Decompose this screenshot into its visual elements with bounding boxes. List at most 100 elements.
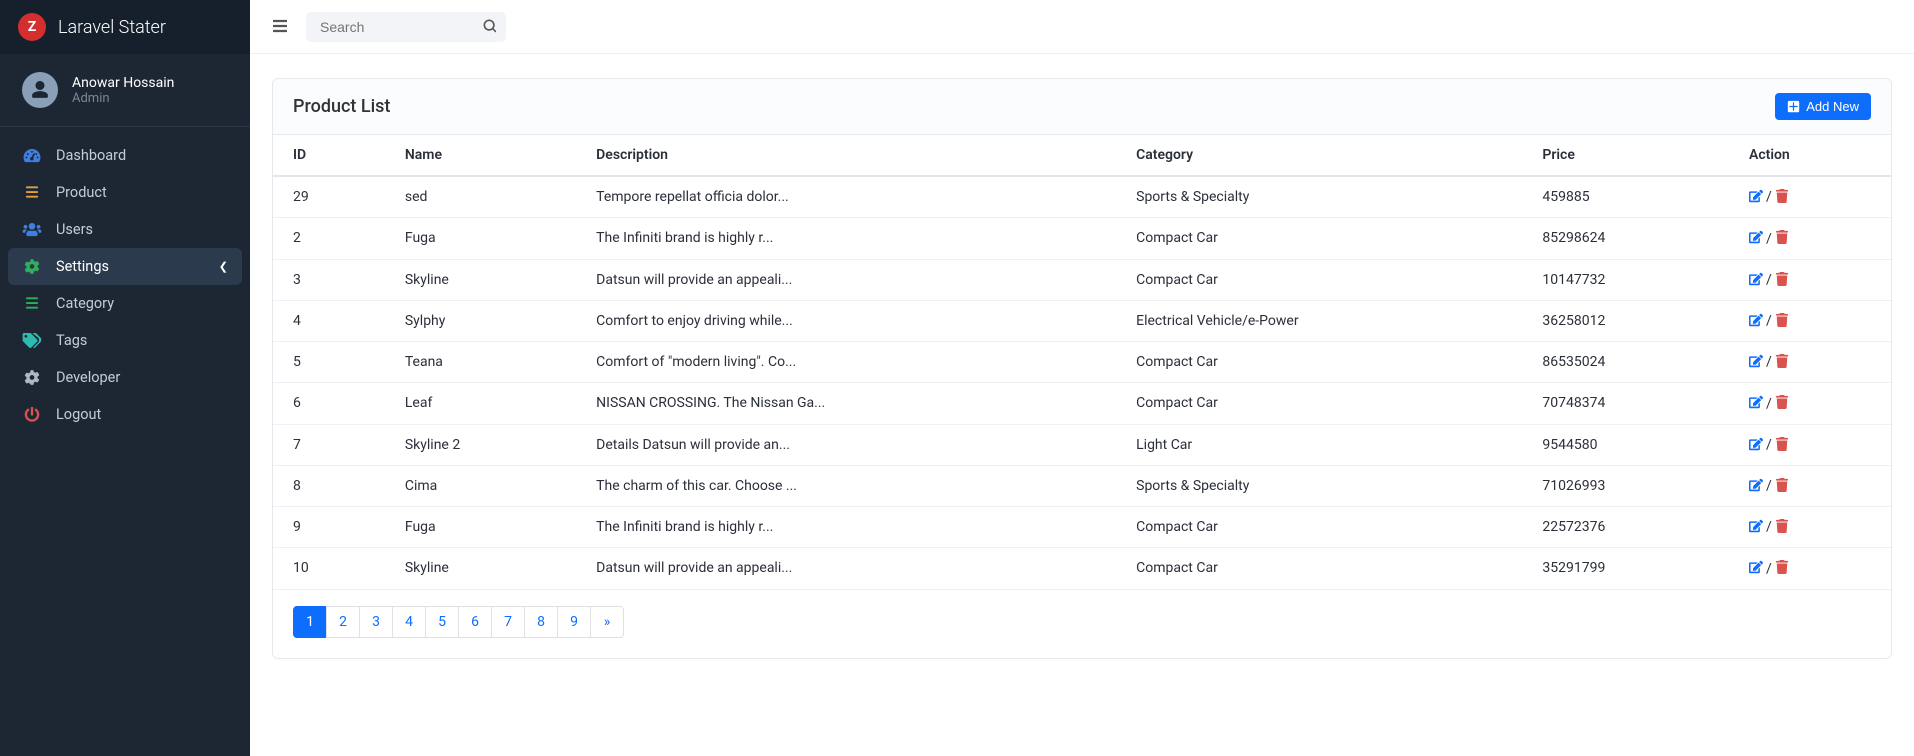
page-link[interactable]: 1 — [293, 606, 327, 638]
sidebar-item-developer[interactable]: Developer — [8, 359, 242, 396]
trash-icon — [1775, 230, 1789, 244]
edit-button[interactable] — [1749, 272, 1763, 288]
cell-desc: NISSAN CROSSING. The Nissan Ga... — [576, 383, 1116, 424]
sidebar-item-logout[interactable]: Logout — [8, 396, 242, 433]
page-link[interactable]: 7 — [491, 606, 525, 638]
list-icon — [22, 185, 42, 200]
hamburger-icon[interactable] — [272, 17, 288, 36]
cell-name: Skyline 2 — [385, 424, 576, 465]
cell-desc: Tempore repellat officia dolor... — [576, 176, 1116, 218]
sidebar-item-product[interactable]: Product — [8, 174, 242, 211]
page-link[interactable]: 4 — [392, 606, 426, 638]
cell-action: / — [1729, 342, 1891, 383]
edit-icon — [1749, 230, 1763, 244]
sidebar-item-settings[interactable]: Settings❮ — [8, 248, 242, 285]
sidebar-item-category[interactable]: Category — [8, 285, 242, 322]
cell-price: 35291799 — [1522, 548, 1729, 589]
cell-price: 86535024 — [1522, 342, 1729, 383]
action-separator: / — [1766, 354, 1772, 370]
sidebar-item-label: Settings — [56, 258, 109, 275]
tachometer-icon — [22, 148, 42, 163]
edit-button[interactable] — [1749, 478, 1763, 494]
cell-id: 5 — [273, 342, 385, 383]
cell-price: 70748374 — [1522, 383, 1729, 424]
page-link[interactable]: 3 — [359, 606, 393, 638]
page-item[interactable]: 6 — [459, 606, 492, 638]
user-block[interactable]: Anowar Hossain Admin — [0, 54, 250, 126]
page-item[interactable]: 1 — [293, 606, 327, 638]
delete-button[interactable] — [1775, 561, 1789, 577]
sidebar-link[interactable]: Dashboard — [8, 137, 242, 174]
edit-button[interactable] — [1749, 561, 1763, 577]
search-input[interactable] — [306, 12, 506, 42]
page-item[interactable]: 4 — [393, 606, 426, 638]
search-button[interactable] — [479, 15, 500, 38]
page-link[interactable]: 9 — [557, 606, 591, 638]
cell-price: 10147732 — [1522, 259, 1729, 300]
sidebar-item-users[interactable]: Users — [8, 211, 242, 248]
page-next[interactable]: » — [591, 606, 624, 638]
col-category: Category — [1116, 135, 1522, 176]
cell-action: / — [1729, 300, 1891, 341]
edit-button[interactable] — [1749, 231, 1763, 247]
delete-button[interactable] — [1775, 231, 1789, 247]
sidebar-link[interactable]: Category — [8, 285, 242, 322]
cell-name: Leaf — [385, 383, 576, 424]
power-icon — [22, 407, 42, 422]
delete-button[interactable] — [1775, 272, 1789, 288]
edit-button[interactable] — [1749, 437, 1763, 453]
page-item[interactable]: 9 — [558, 606, 591, 638]
action-separator: / — [1766, 231, 1772, 247]
search-icon — [483, 19, 496, 32]
delete-button[interactable] — [1775, 437, 1789, 453]
sidebar-link[interactable]: Product — [8, 174, 242, 211]
edit-button[interactable] — [1749, 354, 1763, 370]
sidebar-item-dashboard[interactable]: Dashboard — [8, 137, 242, 174]
edit-button[interactable] — [1749, 396, 1763, 412]
sidebar-item-tags[interactable]: Tags — [8, 322, 242, 359]
delete-button[interactable] — [1775, 189, 1789, 205]
page-link[interactable]: 8 — [524, 606, 558, 638]
sidebar-link[interactable]: Settings❮ — [8, 248, 242, 285]
cell-action: / — [1729, 507, 1891, 548]
sidebar-link[interactable]: Logout — [8, 396, 242, 433]
delete-button[interactable] — [1775, 313, 1789, 329]
page-item[interactable]: 2 — [327, 606, 360, 638]
delete-button[interactable] — [1775, 519, 1789, 535]
cell-name: Cima — [385, 465, 576, 506]
action-separator: / — [1766, 396, 1772, 412]
cell-cat: Compact Car — [1116, 383, 1522, 424]
table-row: 6LeafNISSAN CROSSING. The Nissan Ga...Co… — [273, 383, 1891, 424]
brand[interactable]: Z Laravel Stater — [0, 0, 250, 54]
page-item[interactable]: 3 — [360, 606, 393, 638]
cell-action: / — [1729, 548, 1891, 589]
delete-button[interactable] — [1775, 396, 1789, 412]
cell-name: Skyline — [385, 259, 576, 300]
delete-button[interactable] — [1775, 478, 1789, 494]
page-link[interactable]: 6 — [458, 606, 492, 638]
sidebar-link[interactable]: Users — [8, 211, 242, 248]
edit-button[interactable] — [1749, 313, 1763, 329]
cell-name: sed — [385, 176, 576, 218]
page-next-link[interactable]: » — [590, 606, 624, 638]
cell-id: 10 — [273, 548, 385, 589]
cell-id: 2 — [273, 218, 385, 259]
sidebar-link[interactable]: Developer — [8, 359, 242, 396]
user-icon — [31, 81, 49, 99]
edit-button[interactable] — [1749, 519, 1763, 535]
cell-action: / — [1729, 218, 1891, 259]
cell-name: Skyline — [385, 548, 576, 589]
page-link[interactable]: 5 — [425, 606, 459, 638]
page-item[interactable]: 5 — [426, 606, 459, 638]
edit-button[interactable] — [1749, 189, 1763, 205]
delete-button[interactable] — [1775, 354, 1789, 370]
page-item[interactable]: 8 — [525, 606, 558, 638]
sidebar-link[interactable]: Tags — [8, 322, 242, 359]
add-new-button[interactable]: Add New — [1775, 93, 1871, 120]
page-link[interactable]: 2 — [326, 606, 360, 638]
edit-icon — [1749, 560, 1763, 574]
trash-icon — [1775, 560, 1789, 574]
cell-price: 9544580 — [1522, 424, 1729, 465]
tags-icon — [22, 333, 42, 348]
page-item[interactable]: 7 — [492, 606, 525, 638]
